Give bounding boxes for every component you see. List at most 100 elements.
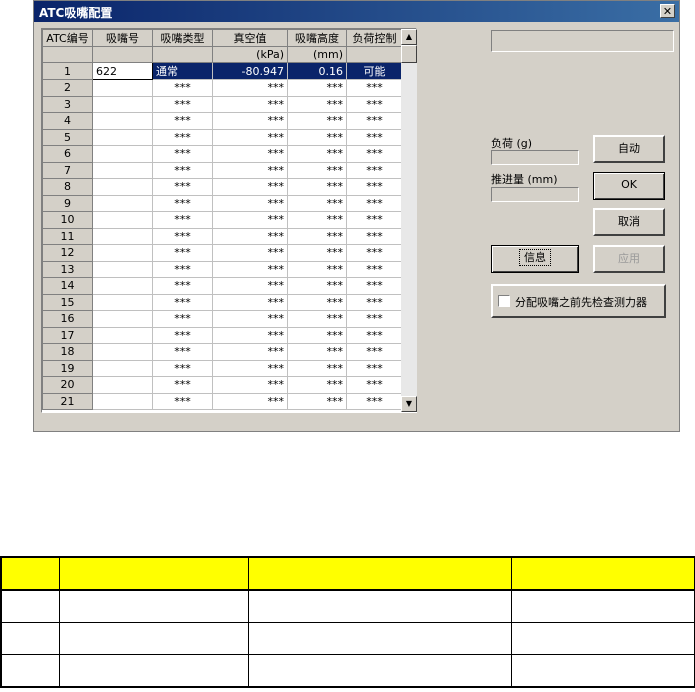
height-cell[interactable]: *** <box>287 343 347 361</box>
row-number[interactable]: 13 <box>42 260 93 278</box>
nozzle-type-cell[interactable]: *** <box>152 145 213 163</box>
nozzle-no-cell[interactable] <box>92 95 153 113</box>
nozzle-type-cell[interactable]: *** <box>152 343 213 361</box>
height-cell[interactable]: *** <box>287 194 347 212</box>
row-number[interactable]: 1 <box>42 62 93 80</box>
vacuum-cell[interactable]: *** <box>212 79 288 97</box>
nozzle-no-cell[interactable] <box>92 343 153 361</box>
table-row[interactable]: 5 *** *** *** *** <box>42 128 403 146</box>
vacuum-cell[interactable]: *** <box>212 95 288 113</box>
nozzle-type-cell[interactable]: *** <box>152 178 213 196</box>
row-number[interactable]: 11 <box>42 227 93 245</box>
vacuum-cell[interactable]: *** <box>212 244 288 262</box>
height-cell[interactable]: *** <box>287 178 347 196</box>
height-cell[interactable]: *** <box>287 376 347 394</box>
load-control-cell[interactable]: *** <box>346 227 403 245</box>
table-row[interactable]: 12 *** *** *** *** <box>42 244 403 262</box>
table-row[interactable]: 13 *** *** *** *** <box>42 260 403 278</box>
nozzle-type-cell[interactable]: *** <box>152 359 213 377</box>
vacuum-cell[interactable]: *** <box>212 343 288 361</box>
nozzle-no-cell[interactable] <box>92 359 153 377</box>
load-control-cell[interactable]: *** <box>346 145 403 163</box>
height-cell[interactable]: *** <box>287 244 347 262</box>
nozzle-no-cell[interactable] <box>92 310 153 328</box>
row-number[interactable]: 16 <box>42 310 93 328</box>
row-number[interactable]: 8 <box>42 178 93 196</box>
vacuum-cell[interactable]: *** <box>212 145 288 163</box>
load-control-cell[interactable]: *** <box>346 128 403 146</box>
nozzle-no-cell[interactable] <box>92 244 153 262</box>
row-number[interactable]: 5 <box>42 128 93 146</box>
table-row[interactable]: 14 *** *** *** *** <box>42 277 403 295</box>
table-row[interactable]: 21 *** *** *** *** <box>42 392 403 410</box>
height-cell[interactable]: *** <box>287 161 347 179</box>
row-number[interactable]: 21 <box>42 392 93 410</box>
nozzle-no-cell[interactable] <box>92 260 153 278</box>
table-row[interactable]: 2 *** *** *** *** <box>42 79 403 97</box>
table-row[interactable]: 9 *** *** *** *** <box>42 194 403 212</box>
nozzle-type-cell[interactable]: *** <box>152 194 213 212</box>
load-control-cell[interactable]: *** <box>346 244 403 262</box>
load-control-cell[interactable]: *** <box>346 260 403 278</box>
table-row[interactable]: 4 *** *** *** *** <box>42 112 403 130</box>
load-control-cell[interactable]: *** <box>346 79 403 97</box>
table-row[interactable]: 18 *** *** *** *** <box>42 343 403 361</box>
vacuum-cell[interactable]: *** <box>212 112 288 130</box>
nozzle-no-cell[interactable] <box>92 227 153 245</box>
nozzle-type-cell[interactable]: *** <box>152 112 213 130</box>
table-row[interactable]: 15 *** *** *** *** <box>42 293 403 311</box>
table-row[interactable]: 3 *** *** *** *** <box>42 95 403 113</box>
nozzle-no-cell[interactable] <box>92 112 153 130</box>
nozzle-no-cell[interactable] <box>92 211 153 229</box>
nozzle-type-cell[interactable]: *** <box>152 392 213 410</box>
table-row[interactable]: 20 *** *** *** *** <box>42 376 403 394</box>
height-cell[interactable]: *** <box>287 310 347 328</box>
table-row-selected[interactable]: 1 622 通常 -80.947 0.16 可能 <box>42 62 403 80</box>
nozzle-no-cell[interactable] <box>92 145 153 163</box>
row-number[interactable]: 4 <box>42 112 93 130</box>
height-cell[interactable]: *** <box>287 277 347 295</box>
col-header-nozzle-no[interactable]: 吸嘴号 <box>92 29 153 47</box>
nozzle-no-cell[interactable] <box>92 277 153 295</box>
close-icon[interactable]: ✕ <box>660 4 675 18</box>
height-cell[interactable]: *** <box>287 227 347 245</box>
table-row[interactable]: 17 *** *** *** *** <box>42 326 403 344</box>
height-cell[interactable]: *** <box>287 211 347 229</box>
load-control-cell[interactable]: *** <box>346 194 403 212</box>
table-row[interactable]: 10 *** *** *** *** <box>42 211 403 229</box>
col-header-nozzle-type[interactable]: 吸嘴类型 <box>152 29 213 47</box>
cancel-button[interactable]: 取消 <box>593 208 665 236</box>
height-cell[interactable]: 0.16 <box>287 62 347 80</box>
nozzle-type-cell[interactable]: *** <box>152 211 213 229</box>
row-number[interactable]: 2 <box>42 79 93 97</box>
height-cell[interactable]: *** <box>287 112 347 130</box>
nozzle-type-cell[interactable]: *** <box>152 128 213 146</box>
nozzle-type-cell[interactable]: *** <box>152 161 213 179</box>
vacuum-cell[interactable]: *** <box>212 211 288 229</box>
scroll-thumb[interactable] <box>401 45 417 63</box>
scroll-up-icon[interactable]: ▲ <box>401 29 417 45</box>
load-control-cell[interactable]: *** <box>346 326 403 344</box>
check-dynamometer-checkbox[interactable] <box>498 295 510 307</box>
load-control-cell[interactable]: *** <box>346 161 403 179</box>
nozzle-no-cell[interactable] <box>92 79 153 97</box>
load-control-cell[interactable]: *** <box>346 112 403 130</box>
check-dynamometer-option[interactable]: 分配吸嘴之前先检查测力器 <box>491 284 666 318</box>
height-cell[interactable]: *** <box>287 293 347 311</box>
vacuum-cell[interactable]: -80.947 <box>212 62 288 80</box>
nozzle-no-cell[interactable] <box>92 376 153 394</box>
nozzle-type-cell[interactable]: *** <box>152 376 213 394</box>
row-number[interactable]: 20 <box>42 376 93 394</box>
load-control-cell[interactable]: *** <box>346 392 403 410</box>
load-control-cell[interactable]: *** <box>346 376 403 394</box>
nozzle-type-cell[interactable]: *** <box>152 244 213 262</box>
nozzle-type-cell[interactable]: *** <box>152 95 213 113</box>
height-cell[interactable]: *** <box>287 145 347 163</box>
nozzle-type-cell[interactable]: *** <box>152 293 213 311</box>
info-button[interactable]: 信息 <box>491 245 579 273</box>
row-number[interactable]: 3 <box>42 95 93 113</box>
col-header-load-control[interactable]: 负荷控制 <box>346 29 403 47</box>
load-control-cell[interactable]: 可能 <box>346 62 403 80</box>
vacuum-cell[interactable]: *** <box>212 227 288 245</box>
nozzle-type-cell[interactable]: *** <box>152 227 213 245</box>
